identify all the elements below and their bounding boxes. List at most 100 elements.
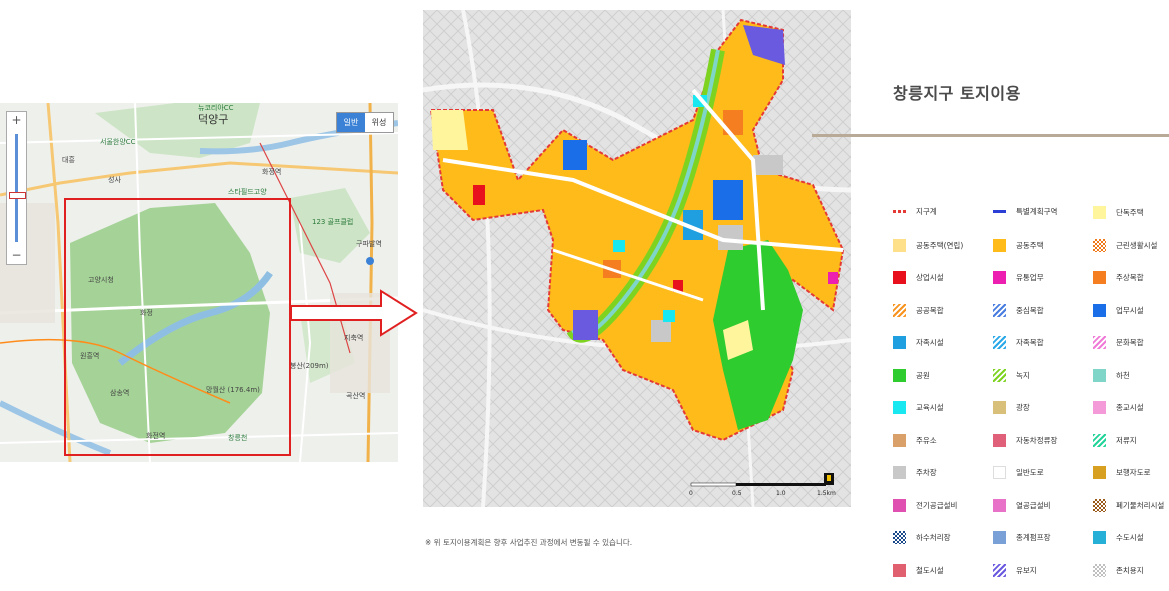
map-label-daehoon: 대흥 [62, 156, 75, 164]
legend-swatch [1093, 238, 1106, 252]
legend-item: 공원 [893, 368, 930, 382]
map-type-toggle[interactable]: 일반 위성 [336, 112, 394, 133]
legend-swatch [893, 303, 906, 317]
legend-swatch [1093, 368, 1106, 382]
legend-swatch [1093, 206, 1106, 219]
land-use-map-graphic [423, 10, 851, 507]
zoom-slider-track[interactable] [15, 134, 18, 242]
legend-swatch [893, 466, 906, 479]
legend-swatch [993, 563, 1006, 577]
legend-item: 녹지 [993, 368, 1030, 382]
zoom-slider-handle[interactable] [9, 192, 26, 199]
legend-label: 자동차정류장 [1016, 435, 1058, 445]
legend-swatch [993, 336, 1006, 349]
legend-label: 공동주택 [1016, 240, 1044, 250]
legend-item: 주차장 [893, 466, 937, 479]
legend-swatch [893, 563, 906, 577]
legend-item: 자족복합 [993, 336, 1044, 349]
legend-item: 중심복합 [993, 303, 1044, 317]
legend-swatch [993, 466, 1006, 479]
legend-item: 일반도로 [993, 466, 1044, 479]
legend-swatch [993, 401, 1006, 414]
legend-label: 열공급설비 [1016, 500, 1051, 510]
legend-label: 보행자도로 [1116, 468, 1151, 477]
legend-swatch [993, 498, 1006, 512]
legend-label: 유통업무 [1016, 273, 1044, 282]
legend-label: 단독주택 [1116, 208, 1144, 217]
legend-label: 유보지 [1016, 565, 1037, 575]
map-label-bongsan: 봉산(209m) [290, 362, 329, 370]
legend-item: 자족시설 [893, 336, 944, 349]
legend-swatch [893, 368, 906, 382]
legend-swatch [993, 531, 1006, 544]
legend-swatch [1093, 401, 1106, 414]
zoom-control[interactable]: + − [6, 111, 27, 265]
legend-item: 종계펌프장 [993, 531, 1051, 544]
zoom-in-button[interactable]: + [7, 112, 26, 128]
legend-item: 저류지 [1093, 433, 1137, 447]
legend-swatch [1093, 271, 1106, 284]
legend-label: 수도시설 [1116, 533, 1144, 542]
legend-item: 자동차정류장 [993, 433, 1058, 447]
legend-swatch [893, 531, 906, 544]
legend-label: 하수처리장 [916, 533, 951, 542]
scale-label-1-5km: 1.5km [817, 490, 836, 497]
legend-item: 광장 [993, 401, 1030, 414]
legend-item: 상업시설 [893, 271, 944, 284]
legend-label: 광장 [1016, 403, 1030, 412]
legend-swatch [993, 303, 1006, 317]
legend-item: 폐기물처리시설 [1093, 498, 1165, 512]
legend-title: 창릉지구 토지이용 [893, 84, 1021, 103]
legend-item: 특별계획구역 [993, 206, 1057, 217]
legend-item: 하천 [1093, 368, 1130, 382]
legend-label: 지구계 [916, 207, 937, 216]
legend-item: 업무시설 [1093, 303, 1144, 317]
legend-label: 종계펌프장 [1016, 533, 1051, 542]
map-label-hwajeong-station: 화정역 [262, 168, 282, 176]
legend-item: 유통업무 [993, 271, 1044, 284]
legend-label: 공원 [916, 370, 930, 380]
legend-label: 근린생활시설 [1116, 240, 1158, 250]
map-label-gupabal: 구파발역 [356, 240, 382, 248]
legend-item: 문화복합 [1093, 336, 1144, 349]
scale-label-1-0: 1.0 [776, 490, 786, 497]
legend-label: 철도시설 [916, 565, 944, 575]
legend-label: 공공복합 [916, 305, 944, 315]
legend-item: 수도시설 [1093, 531, 1144, 544]
scale-label-0-5: 0.5 [732, 490, 742, 497]
legend-item: 근린생활시설 [1093, 238, 1158, 252]
arrow-right-icon [291, 289, 418, 337]
legend-label: 자족시설 [916, 338, 944, 347]
map-type-satellite-button[interactable]: 위성 [365, 113, 393, 132]
legend-item: 주상복합 [1093, 271, 1144, 284]
legend-item: 하수처리장 [893, 531, 951, 544]
legend-swatch [1093, 303, 1106, 317]
map-type-normal-button[interactable]: 일반 [337, 113, 365, 132]
legend-item: 유보지 [993, 563, 1037, 577]
legend-swatch [893, 210, 906, 213]
legend-label: 폐기물처리시설 [1116, 500, 1165, 510]
land-use-map[interactable]: 0 0.5 1.0 1.5km [423, 10, 851, 507]
map-label-deokyang: 덕양구 [198, 113, 229, 126]
map-label-seongsa: 성사 [108, 176, 121, 184]
legend-label: 녹지 [1016, 370, 1030, 380]
legend-label: 공동주택(연립) [916, 240, 964, 250]
legend-label: 종교시설 [1116, 403, 1144, 412]
map-label-seoul-hanyang-cc: 서울한양CC [100, 138, 136, 146]
legend-label: 자족복합 [1016, 338, 1044, 347]
legend-swatch [893, 433, 906, 447]
legend-label: 저류지 [1116, 435, 1137, 445]
legend-swatch [1093, 563, 1106, 577]
map-label-golf-club: 123 골프클럽 [312, 218, 354, 226]
legend-swatch [993, 210, 1006, 213]
map-label-lucky-cc: 뉴코리아CC [198, 104, 234, 112]
legend-item: 단독주택 [1093, 206, 1144, 219]
legend-item: 전기공급설비 [893, 498, 957, 512]
legend-swatch [893, 271, 906, 284]
legend-label: 중심복합 [1016, 305, 1044, 315]
zoom-out-button[interactable]: − [7, 247, 26, 263]
legend-swatch [1093, 498, 1106, 512]
legend-label: 주유소 [916, 435, 937, 445]
legend-swatch [1093, 466, 1106, 479]
legend-item: 교육시설 [893, 401, 944, 414]
